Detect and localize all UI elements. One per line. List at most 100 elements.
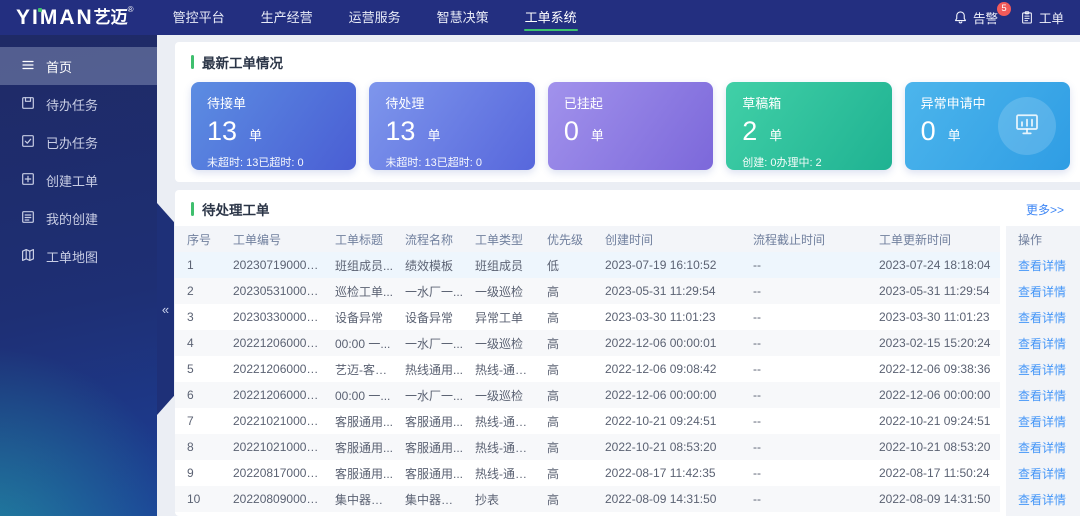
- table-cell: --: [741, 486, 867, 512]
- view-detail-link[interactable]: 查看详情: [1018, 363, 1066, 377]
- sidebar-item-我的创建[interactable]: 我的创建: [0, 199, 157, 237]
- pending-section-header: 待处理工单 更多>>: [175, 199, 1080, 226]
- table-cell: 2022-07-13 17:59:09: [593, 512, 741, 516]
- stat-cards-row: 待接单13单未超时: 13已超时: 0待处理13单未超时: 13已超时: 0已挂…: [191, 82, 1070, 170]
- sidebar-item-工单地图[interactable]: 工单地图: [0, 237, 157, 275]
- stat-card-count: 13: [385, 117, 415, 147]
- workorder-button[interactable]: 工单: [1020, 8, 1064, 27]
- table-cell: 化验日检: [463, 512, 535, 516]
- table-cell: 一级巡检: [463, 330, 535, 356]
- stat-card-已挂起[interactable]: 已挂起0单: [548, 82, 713, 170]
- view-detail-link[interactable]: 查看详情: [1018, 389, 1066, 403]
- pending-title: 待处理工单: [202, 199, 270, 219]
- table-cell: 2022-09-14 19:14:43: [867, 512, 1003, 516]
- table-cell-action: 查看详情: [1003, 304, 1080, 330]
- table-row: 1120220713000015东城水厂...东城水厂...化验日检高2022-…: [175, 512, 1080, 516]
- view-detail-link[interactable]: 查看详情: [1018, 493, 1066, 507]
- sidebar-item-创建工单[interactable]: 创建工单: [0, 161, 157, 199]
- table-cell: 20220713000015: [221, 512, 323, 516]
- table-cell-action: 查看详情: [1003, 330, 1080, 356]
- view-detail-link[interactable]: 查看详情: [1018, 337, 1066, 351]
- monitor-chart-icon: [1012, 109, 1042, 144]
- stat-card-待处理[interactable]: 待处理13单未超时: 13已超时: 0: [369, 82, 534, 170]
- table-cell: 高: [535, 382, 593, 408]
- alarm-button[interactable]: 告警 5: [953, 8, 998, 27]
- stat-card-异常申请中[interactable]: 异常申请中0单: [905, 82, 1070, 170]
- table-cell: 20230330000003: [221, 304, 323, 330]
- column-header-工单标题: 工单标题: [323, 226, 393, 252]
- table-cell: 热线-通用...: [463, 460, 535, 486]
- column-header-工单类型: 工单类型: [463, 226, 535, 252]
- table-cell: 2022-10-21 08:53:20: [867, 434, 1003, 460]
- table-cell: --: [741, 512, 867, 516]
- table-cell: 高: [535, 330, 593, 356]
- stat-card-subtext: 未超时: 13已超时: 0: [385, 154, 518, 170]
- table-row: 520221206000006艺迈-客服...热线通用...热线-通用...高2…: [175, 356, 1080, 382]
- sidebar-item-已办任务[interactable]: 已办任务: [0, 123, 157, 161]
- view-detail-link[interactable]: 查看详情: [1018, 441, 1066, 455]
- nav-menu-item[interactable]: 工单系统: [514, 0, 588, 35]
- table-cell: 2023-05-31 11:29:54: [867, 278, 1003, 304]
- table-cell: 热线-通用...: [463, 434, 535, 460]
- table-cell: 2022-10-21 09:24:51: [867, 408, 1003, 434]
- table-cell-action: 查看详情: [1003, 278, 1080, 304]
- table-cell: 8: [175, 434, 221, 460]
- table-cell: 2022-08-09 14:31:50: [593, 486, 741, 512]
- stat-card-草稿箱[interactable]: 草稿箱2单创建: 0办理中: 2: [726, 82, 891, 170]
- table-cell: --: [741, 330, 867, 356]
- table-cell: 9: [175, 460, 221, 486]
- table-cell: 3: [175, 304, 221, 330]
- sidebar-item-首页[interactable]: 首页: [0, 47, 157, 85]
- stat-card-icon-circle: [998, 97, 1056, 155]
- table-row: 920220817000005客服通用...客服通用...热线-通用...高20…: [175, 460, 1080, 486]
- table-cell: 2023-03-30 11:01:23: [867, 304, 1003, 330]
- table-cell: 抄表: [463, 486, 535, 512]
- nav-menu-item[interactable]: 生产经营: [250, 0, 324, 35]
- clipboard-icon: [1020, 10, 1034, 25]
- table-cell: --: [741, 252, 867, 278]
- sidebar-collapse-handle[interactable]: «: [157, 203, 174, 415]
- stat-card-unit: 单: [769, 125, 782, 144]
- nav-menu-item[interactable]: 运营服务: [338, 0, 412, 35]
- stat-card-count: 13: [207, 117, 237, 147]
- nav-menu-item[interactable]: 管控平台: [162, 0, 236, 35]
- stat-card-count-row: 2单: [742, 117, 875, 147]
- alarm-badge: 5: [997, 2, 1011, 16]
- table-cell: 20220809000002: [221, 486, 323, 512]
- left-sidebar: 首页待办任务已办任务创建工单我的创建工单地图 «: [0, 35, 157, 516]
- view-detail-link[interactable]: 查看详情: [1018, 285, 1066, 299]
- sidebar-item-label: 工单地图: [46, 247, 98, 266]
- table-cell: 20230531000001: [221, 278, 323, 304]
- view-detail-link[interactable]: 查看详情: [1018, 259, 1066, 273]
- table-cell: 客服通用...: [393, 434, 463, 460]
- view-detail-link[interactable]: 查看详情: [1018, 311, 1066, 325]
- table-cell: 20221206000006: [221, 356, 323, 382]
- table-cell: 一水厂一...: [393, 382, 463, 408]
- column-header-流程截止时间: 流程截止时间: [741, 226, 867, 252]
- table-cell: 客服通用...: [323, 434, 393, 460]
- registered-mark: ®: [128, 5, 134, 14]
- table-cell: 2023-03-30 11:01:23: [593, 304, 741, 330]
- table-cell: 2022-12-06 00:00:01: [593, 330, 741, 356]
- table-cell: 2022-12-06 09:38:36: [867, 356, 1003, 382]
- my-created-icon: [20, 209, 36, 228]
- stat-card-待接单[interactable]: 待接单13单未超时: 13已超时: 0: [191, 82, 356, 170]
- table-cell: 2023-07-24 18:18:04: [867, 252, 1003, 278]
- nav-menu-item[interactable]: 智慧决策: [426, 0, 500, 35]
- sidebar-item-待办任务[interactable]: 待办任务: [0, 85, 157, 123]
- view-detail-link[interactable]: 查看详情: [1018, 415, 1066, 429]
- table-cell-action: 查看详情: [1003, 460, 1080, 486]
- view-detail-link[interactable]: 查看详情: [1018, 467, 1066, 481]
- table-cell: 20220817000005: [221, 460, 323, 486]
- sidebar-item-label: 首页: [46, 57, 72, 76]
- column-header-创建时间: 创建时间: [593, 226, 741, 252]
- table-cell: --: [741, 408, 867, 434]
- column-header-序号: 序号: [175, 226, 221, 252]
- table-cell: 1: [175, 252, 221, 278]
- stat-card-count-row: 0单: [564, 117, 697, 147]
- more-link[interactable]: 更多>>: [1026, 201, 1064, 218]
- table-cell: --: [741, 460, 867, 486]
- table-cell: 绩效模板: [393, 252, 463, 278]
- stat-card-unit: 单: [591, 125, 604, 144]
- table-cell: 00:00 一...: [323, 382, 393, 408]
